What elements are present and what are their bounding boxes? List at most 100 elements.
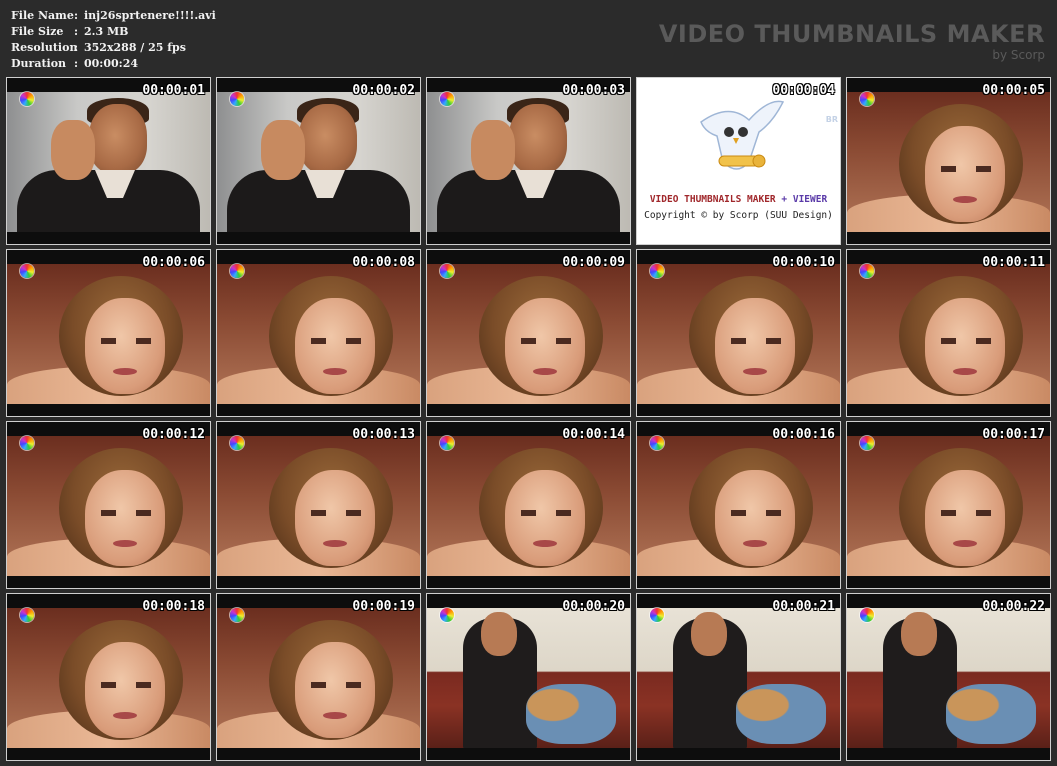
channel-logo-icon <box>20 264 34 278</box>
lips-shape <box>953 196 977 203</box>
brand-title: VIDEO THUMBNAILS MAKER <box>658 20 1045 48</box>
info-label: Resolution <box>11 41 78 54</box>
channel-logo-icon <box>650 264 664 278</box>
channel-logo-icon <box>440 92 454 106</box>
thumbnail-grid: 00:00:01 00:00:02 00:00:03 BR VIDEO THUMBNAI… <box>6 77 1051 761</box>
eyes-shape <box>311 338 361 344</box>
timestamp-label: 00:00:18 <box>142 599 205 614</box>
thumbnail-frame <box>7 608 210 748</box>
channel-logo-icon <box>230 264 244 278</box>
eyes-shape <box>101 338 151 344</box>
timestamp-label: 00:00:03 <box>562 83 625 98</box>
lips-shape <box>743 540 767 547</box>
timestamp-label: 00:00:19 <box>352 599 415 614</box>
timestamp-label: 00:00:08 <box>352 255 415 270</box>
video-thumbnail[interactable]: 00:00:22 <box>846 593 1051 761</box>
face-shape <box>715 298 795 394</box>
channel-logo-icon <box>650 608 664 622</box>
info-row-duration: Duration : 00:00:24 <box>11 56 216 72</box>
timestamp-label: 00:00:11 <box>982 255 1045 270</box>
video-thumbnail[interactable]: 00:00:03 <box>426 77 631 245</box>
face-shape <box>925 126 1005 222</box>
head-shape <box>901 612 937 656</box>
video-thumbnail[interactable]: 00:00:14 <box>426 421 631 589</box>
video-thumbnail[interactable]: 00:00:06 <box>6 249 211 417</box>
channel-logo-icon <box>230 608 244 622</box>
lips-shape <box>113 540 137 547</box>
channel-logo-icon <box>230 436 244 450</box>
eyes-shape <box>941 510 991 516</box>
video-thumbnail[interactable]: 00:00:21 <box>636 593 841 761</box>
card-faint-text: BR <box>825 115 838 124</box>
eyes-shape <box>521 510 571 516</box>
thumbnail-frame <box>637 264 840 404</box>
channel-logo-icon <box>440 264 454 278</box>
reclining-woman-shape <box>946 684 1036 744</box>
video-thumbnail[interactable]: 00:00:08 <box>216 249 421 417</box>
face-shape <box>505 298 585 394</box>
hands-shape <box>261 120 305 180</box>
video-thumbnail[interactable]: 00:00:05 <box>846 77 1051 245</box>
lips-shape <box>953 368 977 375</box>
face-shape <box>715 470 795 566</box>
lips-shape <box>323 540 347 547</box>
hands-shape <box>471 120 515 180</box>
eyes-shape <box>311 682 361 688</box>
timestamp-label: 00:00:17 <box>982 427 1045 442</box>
face-shape <box>295 298 375 394</box>
brand-watermark: VIDEO THUMBNAILS MAKER by Scorp <box>659 20 1045 62</box>
thumbnail-frame <box>847 264 1050 404</box>
lips-shape <box>323 712 347 719</box>
card-title: VIDEO THUMBNAILS MAKER + VIEWER <box>637 194 840 205</box>
video-thumbnail[interactable]: 00:00:11 <box>846 249 1051 417</box>
thumbnail-frame <box>217 608 420 748</box>
eyes-shape <box>311 510 361 516</box>
channel-logo-icon <box>230 92 244 106</box>
face-shape <box>925 470 1005 566</box>
face-shape <box>85 470 165 566</box>
timestamp-label: 00:00:06 <box>142 255 205 270</box>
timestamp-label: 00:00:01 <box>142 83 205 98</box>
timestamp-label: 00:00:21 <box>772 599 835 614</box>
card-title-plus: + <box>781 194 788 205</box>
thumbnail-frame <box>847 436 1050 576</box>
video-thumbnail[interactable]: 00:00:17 <box>846 421 1051 589</box>
lips-shape <box>323 368 347 375</box>
owl-logo-icon <box>700 100 785 170</box>
video-thumbnail[interactable]: 00:00:02 <box>216 77 421 245</box>
info-label: Duration <box>11 57 67 70</box>
video-thumbnail[interactable]: 00:00:09 <box>426 249 631 417</box>
timestamp-label: 00:00:09 <box>562 255 625 270</box>
video-thumbnail[interactable]: 00:00:10 <box>636 249 841 417</box>
lips-shape <box>533 368 557 375</box>
thumbnail-frame <box>427 436 630 576</box>
video-thumbnail[interactable]: 00:00:01 <box>6 77 211 245</box>
channel-logo-icon <box>440 608 454 622</box>
timestamp-label: 00:00:05 <box>982 83 1045 98</box>
thumbnail-frame: BR VIDEO THUMBNAILS MAKER + VIEWER Copyrig… <box>637 78 840 244</box>
timestamp-label: 00:00:22 <box>982 599 1045 614</box>
channel-logo-icon <box>20 436 34 450</box>
thumbnail-frame <box>217 92 420 232</box>
channel-logo-icon <box>860 436 874 450</box>
head-shape <box>89 104 147 174</box>
video-thumbnail[interactable]: 00:00:12 <box>6 421 211 589</box>
video-thumbnail[interactable]: BR VIDEO THUMBNAILS MAKER + VIEWER Copyrig… <box>636 77 841 245</box>
head-shape <box>509 104 567 174</box>
thumbnail-frame <box>7 436 210 576</box>
info-separator: : <box>74 41 79 54</box>
reclining-woman-shape <box>526 684 616 744</box>
timestamp-label: 00:00:14 <box>562 427 625 442</box>
info-value: 2.3 MB <box>84 25 129 38</box>
eyes-shape <box>941 166 991 172</box>
info-separator: : <box>74 25 79 38</box>
info-row-file-size: File Size : 2.3 MB <box>11 24 216 40</box>
lips-shape <box>113 712 137 719</box>
video-thumbnail[interactable]: 00:00:19 <box>216 593 421 761</box>
video-thumbnail[interactable]: 00:00:20 <box>426 593 631 761</box>
channel-logo-icon <box>860 608 874 622</box>
timestamp-label: 00:00:13 <box>352 427 415 442</box>
video-thumbnail[interactable]: 00:00:13 <box>216 421 421 589</box>
video-thumbnail[interactable]: 00:00:16 <box>636 421 841 589</box>
video-thumbnail[interactable]: 00:00:18 <box>6 593 211 761</box>
